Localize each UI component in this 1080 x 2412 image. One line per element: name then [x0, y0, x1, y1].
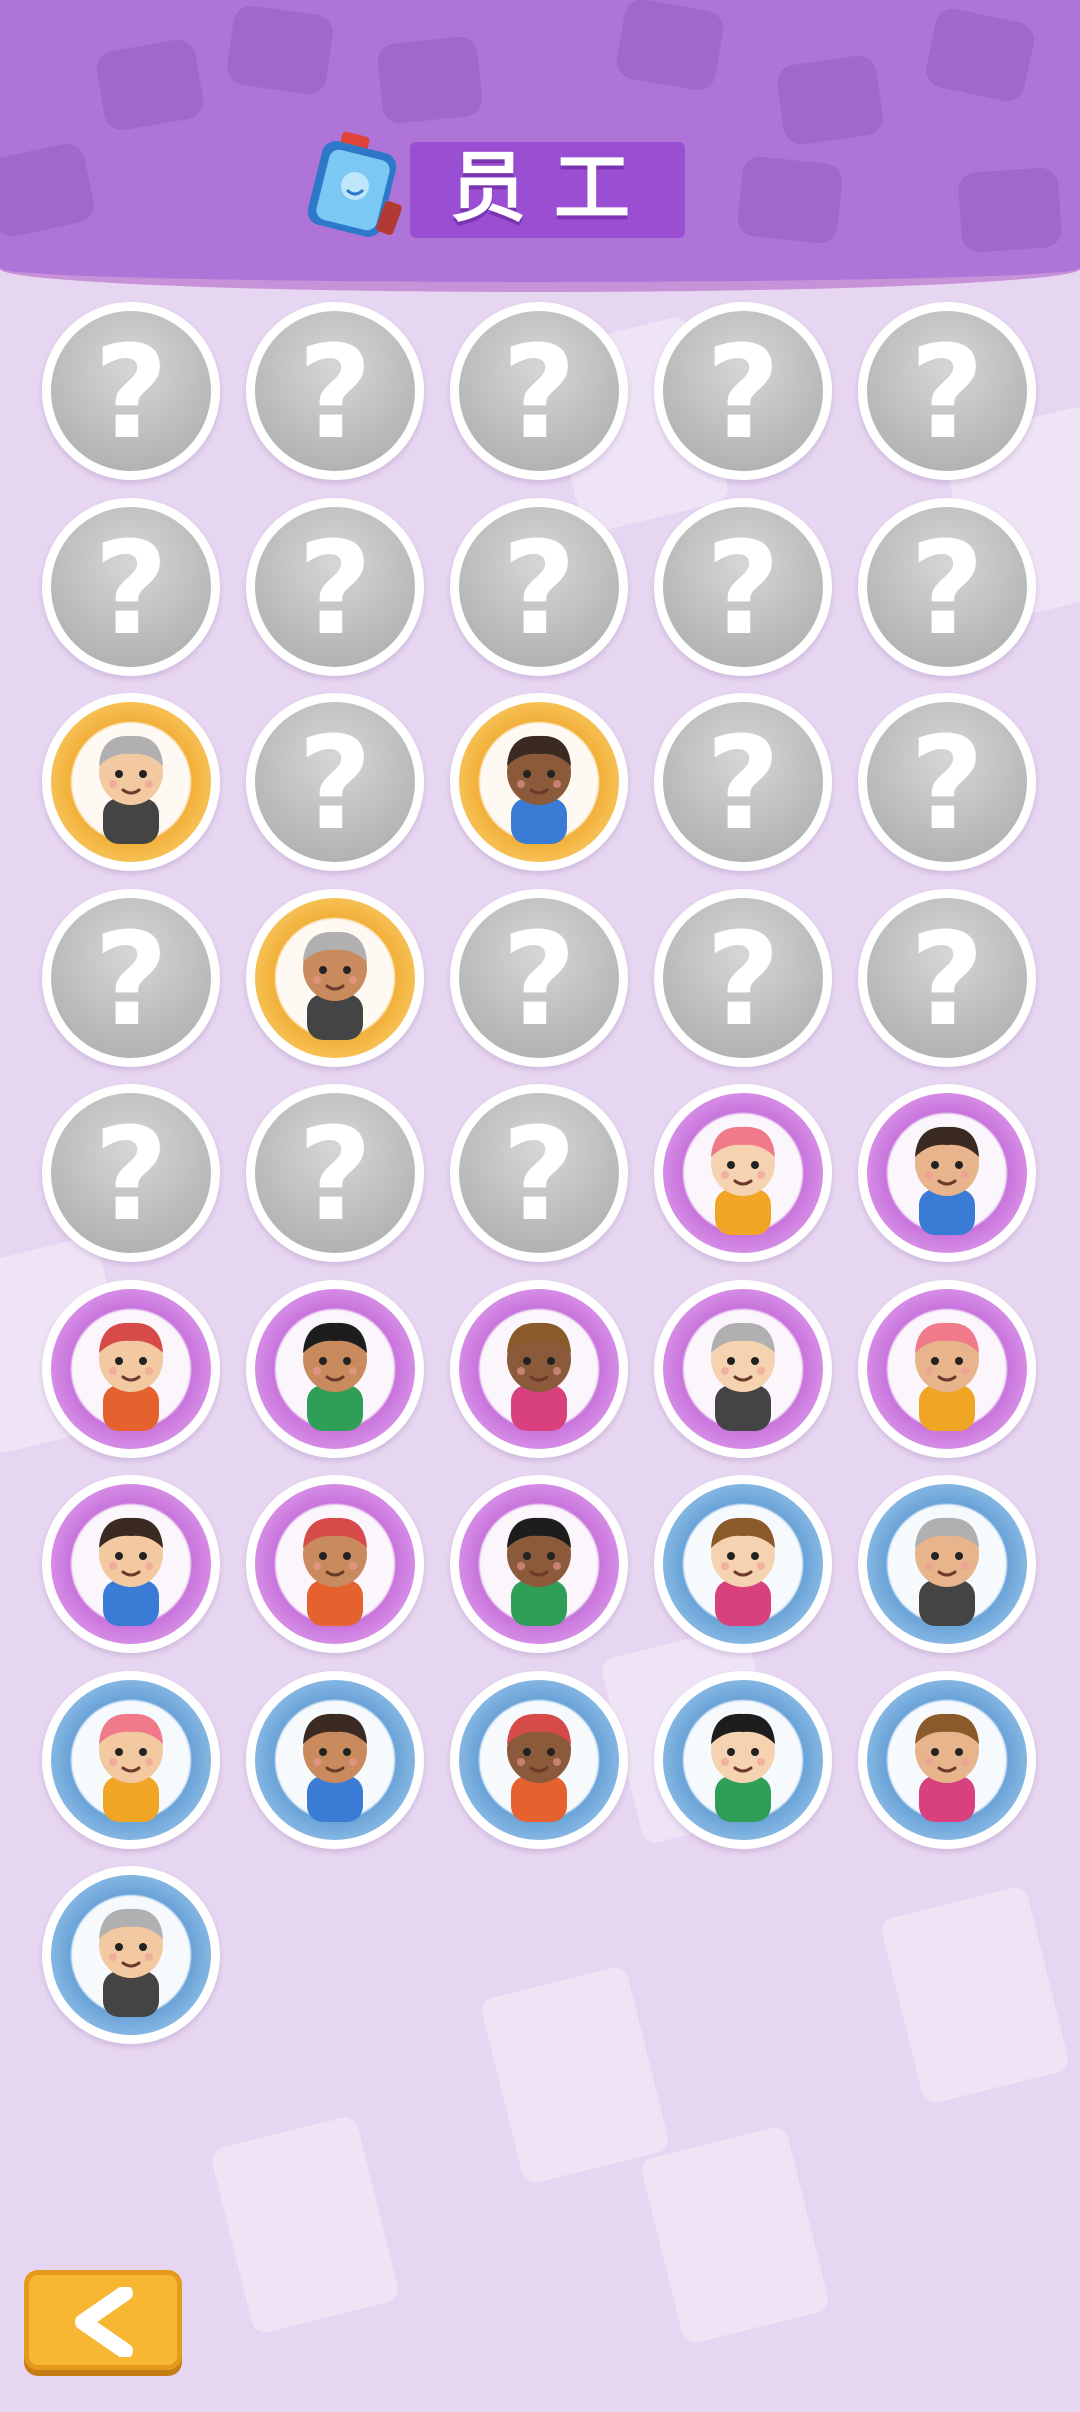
employee-portrait	[73, 1897, 189, 2017]
employee-portrait	[685, 1506, 801, 1626]
employee-avatar-schoolgirl-glasses[interactable]	[858, 1671, 1036, 1849]
locked-employee-slot[interactable]: ?	[42, 302, 220, 480]
employee-portrait	[73, 724, 189, 844]
question-mark-icon: ?	[705, 710, 781, 859]
employee-avatar-cooking-robot[interactable]	[450, 693, 628, 871]
employee-portrait	[73, 1311, 189, 1431]
chevron-left-icon	[75, 2287, 133, 2357]
locked-employee-slot[interactable]: ?	[450, 498, 628, 676]
employee-portrait	[277, 1506, 393, 1626]
locked-employee-slot[interactable]: ?	[450, 302, 628, 480]
locked-employee-slot[interactable]: ?	[654, 498, 832, 676]
employee-avatar-woman-pink-top[interactable]	[654, 1475, 832, 1653]
employee-portrait	[481, 1311, 597, 1431]
locked-employee-slot[interactable]: ?	[246, 302, 424, 480]
locked-employee-slot[interactable]: ?	[42, 889, 220, 1067]
employee-avatar-boy-red-bandana[interactable]	[246, 1280, 424, 1458]
employee-avatar-construction-worker[interactable]	[42, 1671, 220, 1849]
locked-employee-slot[interactable]: ?	[858, 693, 1036, 871]
locked-employee-slot[interactable]: ?	[654, 302, 832, 480]
locked-employee-slot[interactable]: ?	[858, 889, 1036, 1067]
question-mark-icon: ?	[909, 710, 985, 859]
employee-portrait	[277, 920, 393, 1040]
question-mark-icon: ?	[705, 515, 781, 664]
question-mark-icon: ?	[297, 1101, 373, 1250]
employee-portrait	[277, 1311, 393, 1431]
question-mark-icon: ?	[297, 710, 373, 859]
employee-avatar-alpaca[interactable]	[858, 1280, 1036, 1458]
locked-employee-slot[interactable]: ?	[858, 498, 1036, 676]
employee-portrait	[889, 1311, 1005, 1431]
locked-employee-slot[interactable]: ?	[246, 693, 424, 871]
locked-employee-slot[interactable]: ?	[42, 498, 220, 676]
employee-portrait	[685, 1702, 801, 1822]
employee-avatar-red-hair-boy[interactable]	[858, 1475, 1036, 1653]
employee-portrait	[73, 1702, 189, 1822]
question-mark-icon: ?	[297, 515, 373, 664]
question-mark-icon: ?	[501, 515, 577, 664]
locked-employee-slot[interactable]: ?	[450, 1084, 628, 1262]
employee-avatar-elf-on-cloud[interactable]	[42, 693, 220, 871]
employee-avatar-delivery-man[interactable]	[450, 1280, 628, 1458]
employee-avatar-girl-with-glasses[interactable]	[654, 1084, 832, 1262]
question-mark-icon: ?	[909, 319, 985, 468]
employee-avatar-corgi[interactable]	[42, 1475, 220, 1653]
employee-avatar-orange-shirt-woman[interactable]	[450, 1671, 628, 1849]
question-mark-icon: ?	[93, 1101, 169, 1250]
employee-avatar-chef-man[interactable]	[654, 1280, 832, 1458]
locked-employee-slot[interactable]: ?	[450, 889, 628, 1067]
question-mark-icon: ?	[93, 906, 169, 1055]
question-mark-icon: ?	[501, 1101, 577, 1250]
question-mark-icon: ?	[93, 319, 169, 468]
employee-portrait	[481, 724, 597, 844]
employee-avatar-chef-cat-with-fish[interactable]	[42, 1280, 220, 1458]
locked-employee-slot[interactable]: ?	[858, 302, 1036, 480]
question-mark-icon: ?	[297, 319, 373, 468]
employee-portrait	[685, 1115, 801, 1235]
locked-employee-slot[interactable]: ?	[246, 1084, 424, 1262]
question-mark-icon: ?	[705, 319, 781, 468]
locked-employee-slot[interactable]: ?	[654, 693, 832, 871]
question-mark-icon: ?	[909, 515, 985, 664]
question-mark-icon: ?	[909, 906, 985, 1055]
employee-portrait	[73, 1506, 189, 1626]
question-mark-icon: ?	[93, 515, 169, 664]
back-button[interactable]	[24, 2270, 182, 2370]
question-mark-icon: ?	[705, 906, 781, 1055]
employee-avatar-grey-hair-man[interactable]	[42, 1866, 220, 2044]
locked-employee-slot[interactable]: ?	[42, 1084, 220, 1262]
employee-avatar-wolf-with-phone[interactable]	[246, 889, 424, 1067]
employee-portrait	[889, 1115, 1005, 1235]
employee-grid: ?????????? ? ??? ??????	[0, 0, 1080, 2412]
employee-portrait	[481, 1702, 597, 1822]
question-mark-icon: ?	[501, 906, 577, 1055]
question-mark-icon: ?	[501, 319, 577, 468]
employee-portrait	[277, 1702, 393, 1822]
employee-avatar-pink-hair-girl[interactable]	[858, 1084, 1036, 1262]
locked-employee-slot[interactable]: ?	[246, 498, 424, 676]
employee-portrait	[481, 1506, 597, 1626]
employee-avatar-old-man[interactable]	[246, 1671, 424, 1849]
employee-avatar-man-black-hat[interactable]	[654, 1671, 832, 1849]
employee-portrait	[685, 1311, 801, 1431]
employee-portrait	[889, 1506, 1005, 1626]
employee-portrait	[889, 1702, 1005, 1822]
locked-employee-slot[interactable]: ?	[654, 889, 832, 1067]
employee-avatar-panda[interactable]	[246, 1475, 424, 1653]
employee-avatar-walrus[interactable]	[450, 1475, 628, 1653]
